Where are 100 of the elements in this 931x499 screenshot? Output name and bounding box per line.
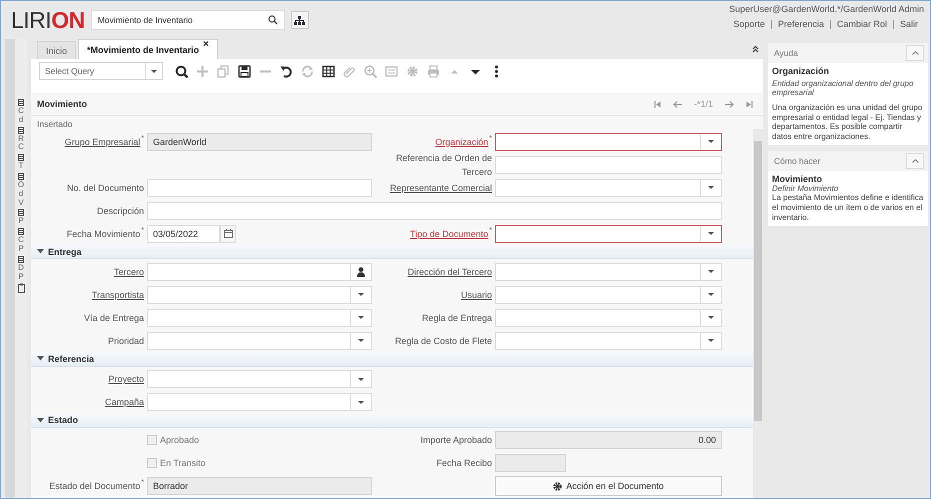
field-link[interactable]: Representante Comercial	[390, 180, 492, 194]
copy-icon[interactable]	[217, 64, 230, 78]
search-field[interactable]: Movimiento de Inventario	[90, 10, 285, 30]
help-title: Ayuda	[774, 48, 798, 58]
forward-arrow-icon[interactable]	[725, 100, 734, 108]
menu-item[interactable]: T	[17, 162, 25, 171]
field-label: Estado del Documento	[49, 480, 140, 494]
field-link[interactable]: Dirección del Tercero	[408, 264, 492, 279]
tree-button[interactable]	[290, 11, 309, 29]
menu-item[interactable]: ÓdV	[17, 180, 25, 208]
input-field[interactable]	[495, 454, 566, 472]
field-link[interactable]: Grupo Empresarial	[64, 134, 140, 148]
last-record-icon[interactable]	[746, 100, 753, 108]
report-icon[interactable]	[385, 64, 398, 78]
help-text: Una organización es una unidad del grupo empresarial o entidad legal - Ej. Tiendas y departamentos. Es posible compartir datos entre organizaciones.	[772, 103, 924, 142]
help-text: La pestaña Movimientos define e identifica el movimiento de un ítem o de varios en el inventario.	[772, 193, 924, 222]
table-icon[interactable]	[18, 126, 24, 134]
menu-item[interactable]: DP	[17, 264, 25, 282]
grid-icon[interactable]	[322, 64, 335, 78]
chevron-up-icon	[912, 159, 918, 164]
table-icon[interactable]	[18, 172, 24, 180]
paperclip-icon[interactable]	[343, 64, 356, 78]
help-heading: Movimiento	[772, 174, 824, 184]
clipboard-icon[interactable]	[18, 283, 24, 294]
section-header[interactable]: Estado	[31, 414, 753, 428]
table-icon[interactable]	[18, 154, 24, 162]
date-field[interactable]: 03/05/2022	[147, 224, 220, 242]
refresh-icon[interactable]	[301, 64, 314, 78]
header-link[interactable]: Cambiar Rol	[830, 20, 893, 29]
tab[interactable]: *Movimiento de Inventario ×	[78, 39, 218, 59]
field-link[interactable]: Tipo de Documento	[410, 226, 488, 240]
field-link[interactable]: Proyecto	[108, 372, 144, 386]
menu-item[interactable]: CP	[17, 236, 25, 254]
dropdown-field[interactable]	[495, 132, 722, 150]
header-link[interactable]: Soporte	[727, 20, 771, 29]
plus-icon[interactable]	[196, 64, 209, 78]
help-subtitle: Definir Movimiento	[772, 184, 840, 194]
menu-item[interactable]: Cd	[17, 107, 25, 125]
caret-icon	[357, 315, 365, 320]
collapse-button[interactable]	[906, 153, 924, 170]
table-icon[interactable]	[18, 256, 24, 263]
input-field[interactable]: GardenWorld	[147, 132, 372, 150]
checkbox-label: En Transito	[160, 458, 206, 468]
field-link[interactable]: Usuario	[460, 288, 492, 302]
input-field[interactable]	[495, 156, 722, 174]
search-icon[interactable]	[175, 64, 188, 78]
field-link[interactable]: Transportista	[92, 288, 144, 302]
caret-icon	[707, 292, 715, 298]
triangle-icon	[37, 356, 44, 362]
section-header[interactable]: Referencia	[31, 352, 753, 367]
user-label: SuperUser@GardenWorld.*/GardenWorld Admin	[729, 4, 924, 14]
field-label: Regla de Costo de Flete	[394, 334, 492, 348]
close-icon[interactable]: ×	[203, 39, 209, 50]
menu-item[interactable]: RC	[17, 134, 25, 152]
input-field[interactable]	[147, 178, 372, 196]
table-icon[interactable]	[18, 228, 24, 236]
checkbox-label: Aprobado	[160, 435, 200, 446]
scrollbar[interactable]	[753, 129, 763, 498]
caret-icon	[357, 292, 365, 298]
record-counter: -*1/1	[694, 99, 713, 109]
caret-icon	[707, 185, 715, 190]
undo-icon[interactable]	[280, 64, 293, 78]
record-title: Movimiento	[37, 99, 88, 109]
zoom-in-icon[interactable]	[364, 64, 377, 78]
header-link[interactable]: Preferencia	[770, 20, 830, 29]
collapse-button[interactable]	[906, 45, 924, 61]
action-button[interactable]: Acción en el Documento	[495, 476, 722, 496]
section-header[interactable]: Entrega	[31, 245, 753, 260]
calendar-icon	[224, 229, 232, 238]
input-field[interactable]	[147, 202, 722, 220]
dropdown-field[interactable]	[495, 224, 722, 242]
save-icon[interactable]	[238, 64, 251, 78]
input-field[interactable]: 0.00	[495, 431, 722, 450]
table-icon[interactable]	[18, 209, 24, 216]
field-label: Fecha Recibo	[436, 457, 492, 470]
input-field[interactable]: Borrador	[147, 477, 372, 496]
calendar-button[interactable]	[220, 224, 236, 242]
triangle-icon	[37, 418, 44, 423]
caret-icon	[357, 338, 365, 344]
print-icon[interactable]	[427, 64, 440, 78]
field-label: Importe Aprobado	[420, 434, 492, 448]
search-field[interactable]	[147, 262, 372, 281]
tab[interactable]: Inicio	[37, 41, 76, 59]
table-icon[interactable]	[18, 99, 24, 106]
field-label: Descripción	[96, 204, 144, 218]
back-arrow-icon[interactable]	[672, 100, 682, 108]
collapse-icon[interactable]	[752, 45, 759, 53]
field-label: Fecha Movimiento	[66, 228, 140, 240]
field-link[interactable]: Tercero	[114, 264, 144, 279]
record-status: Insertado	[31, 116, 763, 129]
field-label: Regla de Entrega	[422, 312, 492, 325]
field-link[interactable]: Campaña	[104, 395, 144, 410]
first-record-icon[interactable]	[654, 100, 661, 108]
gear-icon[interactable]	[406, 64, 419, 78]
query-dropdown[interactable]: Select Query	[39, 62, 163, 80]
field-link[interactable]: Organización	[435, 134, 488, 148]
caret-icon	[150, 68, 158, 74]
header-link[interactable]: Salir	[892, 20, 924, 29]
search-icon[interactable]	[268, 15, 278, 25]
menu-item[interactable]: P	[17, 217, 25, 226]
